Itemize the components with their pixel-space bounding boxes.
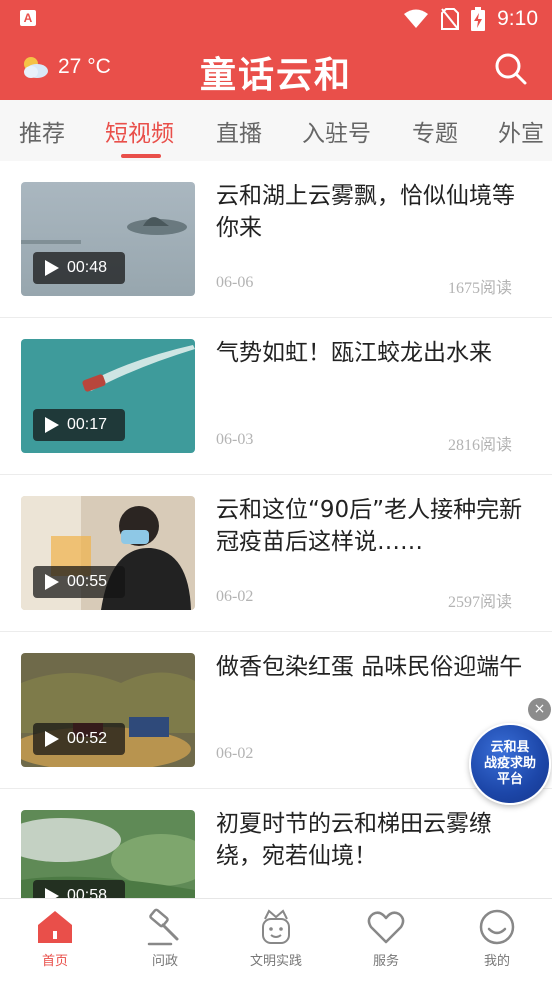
bottom-nav: 首页 问政 文明实践 服务 我的 [0,898,552,981]
duration-text: 00:58 [67,887,108,898]
video-thumbnail[interactable]: 00:58 [21,810,195,898]
nav-label: 服务 [372,954,399,969]
heart-icon [367,911,405,944]
badge-line-3: 平台 [496,772,523,787]
nav-home[interactable]: 首页 [0,899,110,981]
search-icon[interactable] [494,52,528,86]
close-icon[interactable]: × [528,698,551,721]
video-list: 00:48 云和湖上云雾飘，恰似仙境等你来 06-06 1675阅读 00:17… [0,161,552,898]
active-tab-indicator [121,154,161,158]
wifi-icon [404,9,429,28]
app-logo: 童话云和 [199,54,352,96]
epidemic-help-badge[interactable]: 云和县 战疫求助 平台 [469,723,551,805]
gavel-icon [147,908,179,946]
civilization-mascot-icon [262,909,290,944]
nav-label: 首页 [41,954,68,969]
duration-text: 00:52 [67,730,108,747]
app-icon: A [20,10,36,26]
tab-recommend[interactable]: 推荐 [19,114,65,148]
list-item[interactable]: 00:58 初夏时节的云和梯田云雾缭绕，宛若仙境！ [0,789,552,898]
read-count: 2597阅读 [447,594,512,611]
list-item[interactable]: 00:48 云和湖上云雾飘，恰似仙境等你来 06-06 1675阅读 [0,161,552,318]
nav-label: 文明实践 [249,954,302,969]
duration-text: 00:17 [67,416,108,433]
video-thumbnail[interactable]: 00:48 [21,182,195,296]
battery-charging-icon [471,7,486,31]
duration-badge: 00:52 [33,723,125,755]
play-icon [45,260,59,276]
read-count: 1675阅读 [447,280,512,297]
read-count: 2816阅读 [447,437,512,454]
nav-profile[interactable]: 我的 [442,899,552,981]
badge-line-2: 战疫求助 [483,756,536,771]
tab-topics[interactable]: 专题 [412,114,458,148]
duration-badge: 00:48 [33,252,125,284]
video-title[interactable]: 气势如虹！瓯江蛟龙出水来 [216,337,528,369]
app-header: 27 °C 童话云和 [0,38,552,100]
duration-badge: 00:17 [33,409,125,441]
smile-icon [479,909,515,945]
list-item[interactable]: 00:17 气势如虹！瓯江蛟龙出水来 06-03 2816阅读 [0,318,552,475]
duration-badge: 00:58 [33,880,125,898]
badge-line-1: 云和县 [490,740,530,755]
video-title[interactable]: 初夏时节的云和梯田云雾缭绕，宛若仙境！ [216,808,528,872]
tab-short-video[interactable]: 短视频 [105,114,174,148]
nav-civilization[interactable]: 文明实践 [221,899,331,981]
video-thumbnail[interactable]: 00:17 [21,339,195,453]
play-icon [45,888,59,898]
video-title[interactable]: 云和湖上云雾飘，恰似仙境等你来 [216,180,528,244]
video-thumbnail[interactable]: 00:52 [21,653,195,767]
nav-inquiry[interactable]: 问政 [110,899,220,981]
nav-services[interactable]: 服务 [331,899,441,981]
home-icon [38,911,72,943]
play-icon [45,574,59,590]
nav-label: 我的 [483,954,510,969]
status-bar: A 9:10 [0,0,552,38]
status-icons: 9:10 [403,7,538,31]
status-time: 9:10 [497,7,538,30]
duration-badge: 00:55 [33,566,125,598]
play-icon [45,731,59,747]
tab-publicity[interactable]: 外宣 [498,114,544,148]
publish-date: 06-02 [216,745,254,762]
tab-live[interactable]: 直播 [216,114,262,148]
tab-accounts[interactable]: 入驻号 [302,114,371,148]
no-sim-icon [441,8,460,30]
play-icon [45,417,59,433]
video-thumbnail[interactable]: 00:55 [21,496,195,610]
duration-text: 00:55 [67,573,108,590]
publish-date: 06-06 [216,274,254,291]
duration-text: 00:48 [67,259,108,276]
publish-date: 06-03 [216,431,254,448]
video-title[interactable]: 云和这位“90后”老人接种完新冠疫苗后这样说…… [216,494,528,558]
list-item[interactable]: 00:55 云和这位“90后”老人接种完新冠疫苗后这样说…… 06-02 259… [0,475,552,632]
nav-label: 问政 [151,954,178,969]
publish-date: 06-02 [216,588,254,605]
category-tabs: 推荐 短视频 直播 入驻号 专题 外宣 [0,100,552,161]
video-title[interactable]: 做香包染红蛋 品味民俗迎端午 [216,651,528,683]
